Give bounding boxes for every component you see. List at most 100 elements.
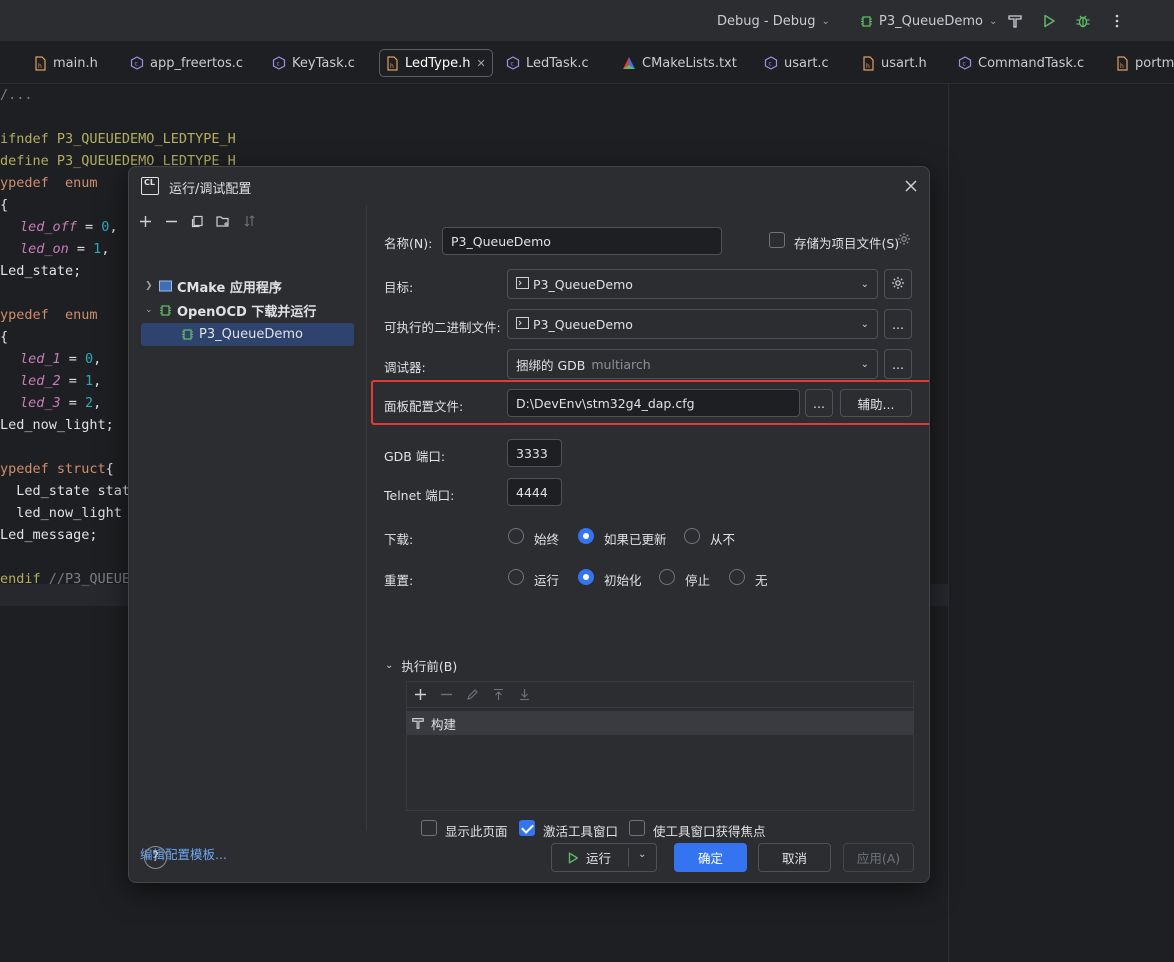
config-label: Debug - Debug [717, 13, 816, 29]
tab-ledtype-h[interactable]: h LedType.h ✕ [379, 49, 493, 77]
tab-label: app_freertos.c [150, 55, 244, 71]
download-always-label: 始终 [534, 532, 560, 547]
right-gutter-panel [948, 84, 1174, 962]
executable-select[interactable]: P3_QueueDemo ⌄ [507, 309, 878, 339]
gdb-port-input[interactable]: 3333 [507, 439, 562, 467]
run-play-icon[interactable] [1039, 11, 1059, 31]
help-button[interactable]: ? [144, 846, 167, 869]
board-config-browse-button[interactable]: ... [805, 389, 833, 417]
terminal-icon [516, 316, 529, 332]
tree-item-cmake[interactable]: ❯ CMake 应用程序 [145, 275, 282, 297]
download-if-updated-label: 如果已更新 [604, 532, 667, 547]
ok-button[interactable]: 确定 [674, 843, 747, 872]
board-config-assist-button[interactable]: 辅助... [840, 389, 912, 417]
tab-main-h[interactable]: h main.h [28, 49, 104, 77]
tab-label: LedTask.c [526, 55, 589, 71]
tree-item-openocd[interactable]: ⌄ OpenOCD 下载并运行 [145, 299, 316, 321]
code-line: led_3 = 2, [20, 395, 102, 411]
run-debug-config-dialog: CL 运行/调试配置 ❯ CMake 应用程序 ⌄ OpenOCD 下载并运行 … [128, 166, 930, 883]
code-line: ypedef struct{ [0, 461, 114, 477]
before-launch-item-build[interactable]: 构建 [407, 711, 913, 735]
chevron-down-icon: ⌄ [860, 358, 869, 370]
chip-icon [860, 15, 873, 28]
name-input[interactable]: P3_QueueDemo [442, 227, 722, 255]
code-line: led_2 = 1, [20, 373, 102, 389]
build-hammer-icon [411, 716, 425, 730]
header-file-icon: h [1116, 55, 1129, 71]
run-button-label: 运行 [586, 851, 612, 866]
tree-toolbar [135, 211, 259, 231]
debug-bug-icon[interactable] [1073, 11, 1093, 31]
telnet-port-label: Telnet 端口: [384, 488, 455, 503]
add-icon[interactable] [135, 211, 155, 231]
new-folder-icon[interactable] [213, 211, 233, 231]
code-line: led_now_light [0, 505, 122, 521]
header-file-icon: h [34, 55, 47, 71]
run-config-selector[interactable]: Debug - Debug ⌄ [717, 0, 830, 42]
chevron-down-icon[interactable]: ⌄ [638, 849, 646, 860]
remove-icon[interactable] [161, 211, 181, 231]
before-launch-header[interactable]: ⌄ 执行前(B) [385, 656, 457, 675]
download-if-updated-radio[interactable] [578, 528, 594, 544]
remove-icon[interactable] [437, 686, 455, 704]
chevron-down-icon: ⌄ [821, 15, 830, 27]
tree-item-p3-queuedemo[interactable]: P3_QueueDemo [181, 323, 303, 345]
close-icon[interactable] [901, 176, 921, 196]
download-never-label: 从不 [710, 532, 736, 547]
tab-usart-h[interactable]: h usart.h [856, 49, 933, 77]
tab-label: portma [1135, 55, 1174, 71]
gear-icon[interactable] [897, 232, 911, 250]
target-select[interactable]: P3_QueueDemo ⌄ [507, 269, 878, 299]
run-target-label: P3_QueueDemo [879, 13, 983, 29]
edit-pencil-icon[interactable] [463, 686, 481, 704]
dialog-titlebar[interactable]: CL 运行/调试配置 [129, 167, 929, 205]
move-up-icon[interactable] [489, 686, 507, 704]
cancel-button[interactable]: 取消 [758, 843, 831, 872]
target-settings-button[interactable] [884, 269, 912, 299]
tab-app-freertos-c[interactable]: c app_freertos.c [124, 49, 249, 77]
reset-halt-radio[interactable] [659, 569, 675, 585]
reset-run-label: 运行 [534, 573, 560, 588]
tab-label: usart.h [881, 55, 927, 71]
code-line: ypedef enum [0, 175, 98, 191]
reset-run-radio[interactable] [508, 569, 524, 585]
code-line: { [0, 329, 9, 345]
add-icon[interactable] [411, 686, 429, 704]
tab-usart-c[interactable]: c usart.c [758, 49, 835, 77]
telnet-port-input[interactable]: 4444 [507, 478, 562, 506]
run-play-icon [566, 851, 580, 865]
tab-ledtask-c[interactable]: c LedTask.c [500, 49, 595, 77]
more-vertical-icon[interactable] [1107, 11, 1127, 31]
svg-text:c: c [511, 61, 514, 68]
apply-button[interactable]: 应用(A) [843, 843, 914, 872]
code-line: led_1 = 0, [20, 351, 102, 367]
tab-commandtask-c[interactable]: c CommandTask.c [952, 49, 1090, 77]
build-hammer-icon[interactable] [1005, 11, 1025, 31]
board-config-input[interactable]: D:\DevEnv\stm32g4_dap.cfg [507, 389, 800, 417]
move-down-icon[interactable] [515, 686, 533, 704]
download-never-radio[interactable] [684, 528, 700, 544]
terminal-icon [516, 276, 529, 292]
run-button[interactable]: 运行 ⌄ [551, 843, 657, 872]
tree-label-cmake: CMake 应用程序 [177, 280, 282, 296]
code-line: ifndef P3_QUEUEDEMO_LEDTYPE_H [0, 131, 236, 147]
reset-init-radio[interactable] [578, 569, 594, 585]
run-target-selector[interactable]: P3_QueueDemo ⌄ [860, 0, 997, 42]
executable-browse-button[interactable]: ... [884, 309, 912, 339]
reset-none-radio[interactable] [729, 569, 745, 585]
sort-icon[interactable] [239, 211, 259, 231]
tab-keytask-c[interactable]: c KeyTask.c [266, 49, 361, 77]
store-as-project-checkbox[interactable] [769, 232, 785, 248]
svg-text:c: c [769, 61, 772, 68]
tab-cmakelists[interactable]: CMakeLists.txt [616, 49, 743, 77]
debugger-select[interactable]: 捆绑的 GDB multiarch ⌄ [507, 349, 878, 379]
copy-icon[interactable] [187, 211, 207, 231]
close-tab-icon[interactable]: ✕ [477, 57, 486, 70]
c-file-icon: c [272, 56, 286, 70]
cmake-icon [622, 56, 636, 70]
download-always-radio[interactable] [508, 528, 524, 544]
executable-value: P3_QueueDemo [533, 316, 633, 332]
debugger-browse-button[interactable]: ... [884, 349, 912, 379]
c-file-icon: c [764, 56, 778, 70]
tab-portma[interactable]: h portma [1110, 49, 1174, 77]
